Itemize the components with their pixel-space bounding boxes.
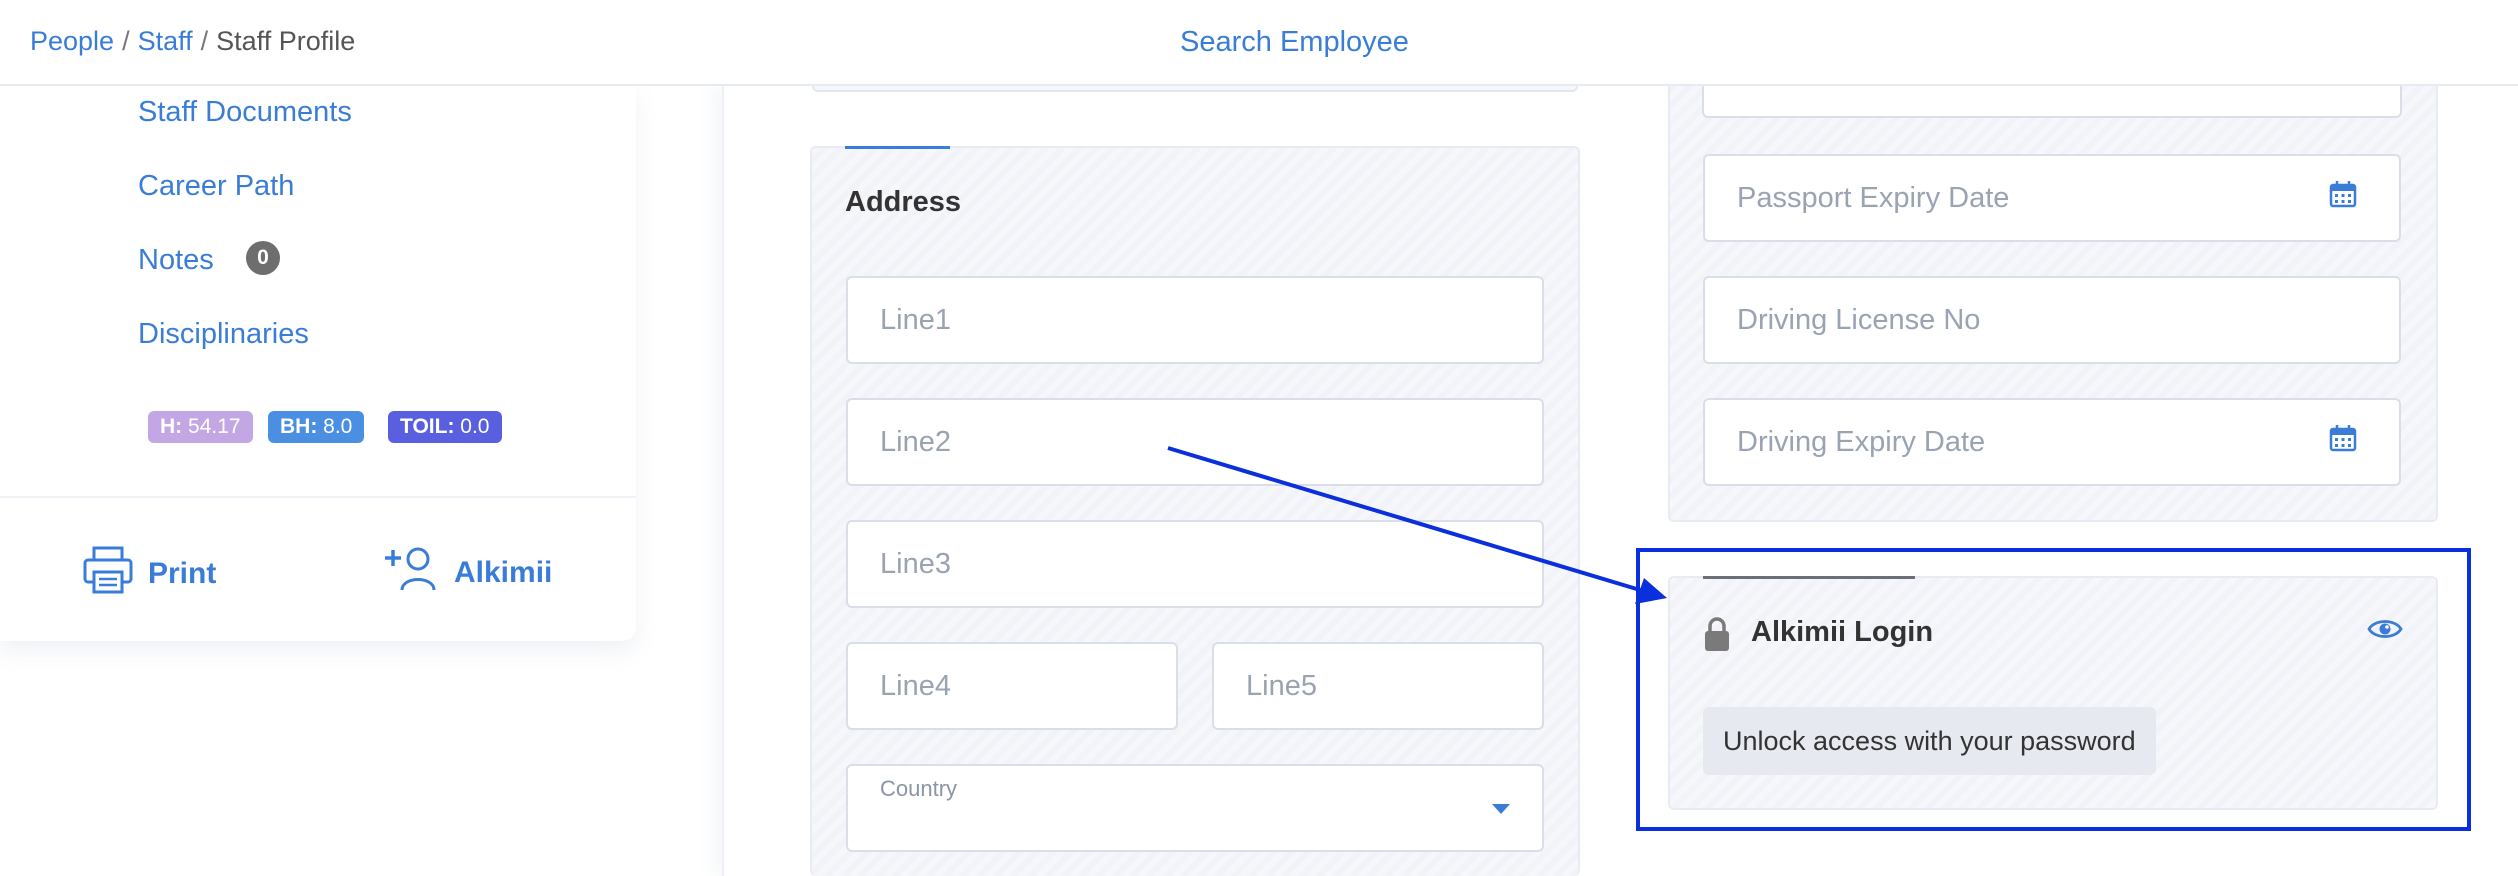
calendar-icon[interactable] [2329,424,2357,460]
alkimii-label: Alkimii [454,556,553,589]
sidebar-item-disciplinaries[interactable]: Disciplinaries [138,318,309,351]
pill-key: BH: [280,415,318,438]
address-tab-indicator [845,146,950,149]
toil-badge: TOIL: 0.0 [388,411,502,443]
eye-icon[interactable] [2367,616,2403,647]
sidebar-item-career-path[interactable]: Career Path [138,170,294,203]
print-button[interactable]: Print [82,546,216,602]
driving-license-no-field[interactable]: Driving License No [1703,276,2401,364]
alkimii-add-user-button[interactable]: Alkimii [382,546,552,600]
sidebar-item-notes[interactable]: Notes [138,244,214,277]
holiday-hours-badge: H: 54.17 [148,411,253,443]
add-user-icon [382,546,440,600]
passport-expiry-placeholder: Passport Expiry Date [1737,181,2010,214]
search-employee-link[interactable]: Search Employee [1180,26,1409,59]
breadcrumb: People / Staff / Staff Profile [30,26,355,57]
breadcrumb-staff-profile: Staff Profile [216,26,356,56]
calendar-icon[interactable] [2329,180,2357,216]
address-line1-field[interactable]: Line1 [846,276,1544,364]
chevron-down-icon [1492,804,1510,814]
pill-key: H: [160,415,183,438]
address-title: Address [845,186,962,218]
pill-key: TOIL: [400,415,455,438]
breadcrumb-separator: / [200,26,209,56]
breadcrumb-staff[interactable]: Staff [138,26,193,56]
driving-expiry-placeholder: Driving Expiry Date [1737,425,1986,458]
bank-holiday-badge: BH: 8.0 [268,411,365,443]
lock-icon [1703,616,1731,657]
top-bar: People / Staff / Staff Profile Search Employ… [0,0,2518,86]
unlock-access-button[interactable]: Unlock access with your password [1703,707,2156,775]
sidebar-item-staff-documents[interactable]: Staff Documents [138,96,352,129]
printer-icon [82,546,134,602]
previous-card-bottom [812,86,1578,92]
print-label: Print [148,557,217,590]
address-line2-field[interactable]: Line2 [846,398,1544,486]
address-line4-field[interactable]: Line4 [846,642,1178,730]
country-select[interactable]: Country [846,764,1544,852]
alkimii-login-title: Alkimii Login [1751,616,1934,648]
breadcrumb-separator: / [122,26,130,56]
sidebar-divider [0,496,636,498]
address-line5-field[interactable]: Line5 [1212,642,1544,730]
address-line3-field[interactable]: Line3 [846,520,1544,608]
pill-value: 0.0 [460,415,490,438]
notes-count-badge: 0 [246,241,280,275]
login-tab-indicator [1703,576,1915,579]
passport-expiry-date-field[interactable]: Passport Expiry Date [1703,154,2401,242]
country-label: Country [880,776,958,801]
profile-sidebar: Staff Documents Career Path Notes 0 Disc… [0,86,636,641]
breadcrumb-people[interactable]: People [30,26,114,56]
pill-value: 8.0 [323,415,353,438]
driving-expiry-date-field[interactable]: Driving Expiry Date [1703,398,2401,486]
pill-value: 54.17 [188,415,241,438]
